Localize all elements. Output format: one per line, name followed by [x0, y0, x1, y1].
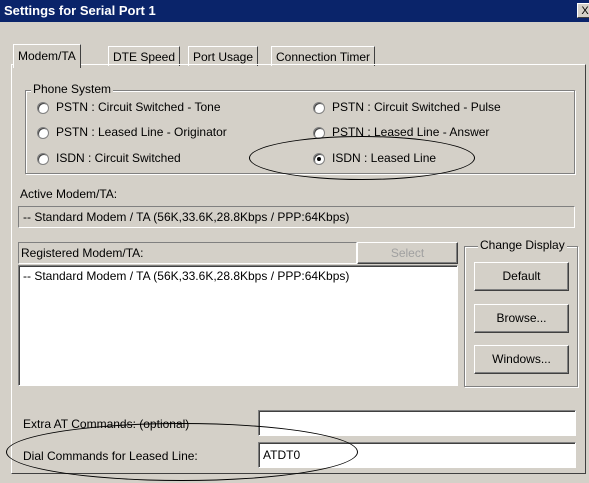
highlight-ellipse-isdn-leased [249, 136, 475, 180]
phone-system-label: Phone System [31, 82, 114, 96]
window-title: Settings for Serial Port 1 [4, 3, 156, 18]
radio-pstn-tone[interactable] [37, 102, 49, 114]
list-item[interactable]: -- Standard Modem / TA (56K,33.6K,28.8Kb… [23, 269, 349, 283]
active-modem-label: Active Modem/TA: [20, 187, 118, 201]
radio-isdn-circuit[interactable] [37, 153, 49, 165]
tab-dte-speed[interactable]: DTE Speed [108, 46, 181, 66]
radio-pstn-originator[interactable] [37, 127, 49, 139]
browse-button[interactable]: Browse... [474, 304, 569, 333]
windows-button[interactable]: Windows... [474, 345, 569, 374]
tab-port-usage[interactable]: Port Usage [188, 46, 259, 66]
close-button[interactable]: X [577, 3, 589, 18]
close-icon: X [581, 5, 589, 17]
title-bar: Settings for Serial Port 1 [0, 0, 589, 22]
tab-modem-ta[interactable]: Modem/TA [13, 44, 81, 68]
default-button[interactable]: Default [474, 262, 569, 291]
radio-pstn-tone-label[interactable]: PSTN : Circuit Switched - Tone [56, 100, 221, 114]
active-modem-value: -- Standard Modem / TA (56K,33.6K,28.8Kb… [23, 210, 350, 224]
radio-pstn-originator-label[interactable]: PSTN : Leased Line - Originator [56, 125, 227, 139]
active-modem-field: -- Standard Modem / TA (56K,33.6K,28.8Kb… [18, 206, 575, 228]
registered-modem-list[interactable]: -- Standard Modem / TA (56K,33.6K,28.8Kb… [18, 265, 458, 386]
change-display-label: Change Display [478, 238, 567, 252]
registered-modem-label: Registered Modem/TA: [21, 246, 144, 260]
radio-pstn-pulse[interactable] [313, 102, 325, 114]
tab-connection-timer[interactable]: Connection Timer [271, 46, 376, 66]
select-button[interactable]: Select [357, 242, 458, 264]
radio-isdn-circuit-label[interactable]: ISDN : Circuit Switched [56, 151, 181, 165]
radio-pstn-pulse-label[interactable]: PSTN : Circuit Switched - Pulse [332, 100, 501, 114]
registered-modem-header: Registered Modem/TA: [18, 242, 357, 264]
highlight-ellipse-dial-commands [6, 423, 358, 481]
